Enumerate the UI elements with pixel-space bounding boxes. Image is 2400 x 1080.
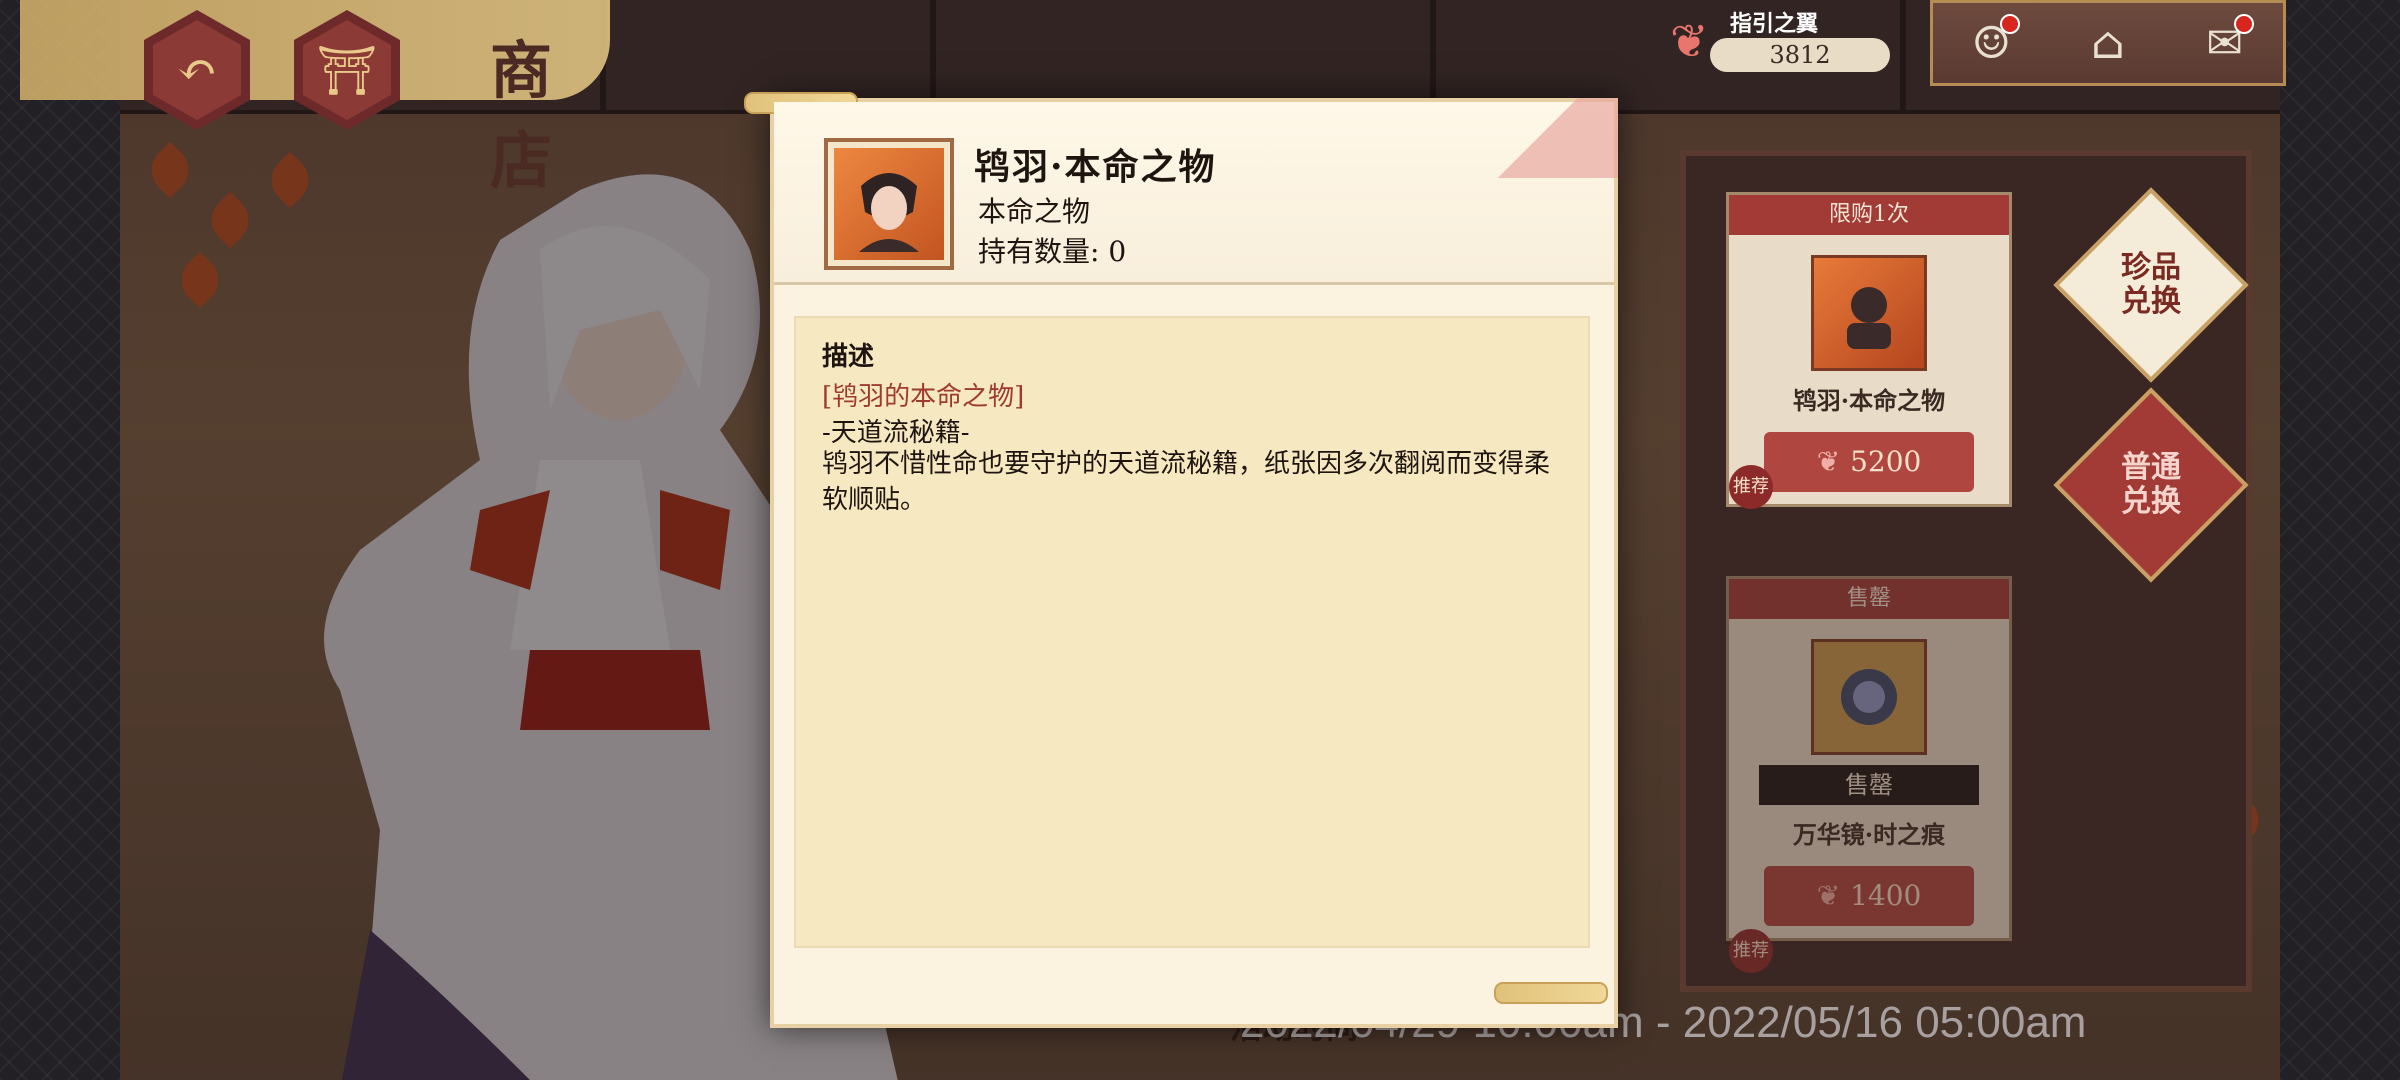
tab-rare-exchange[interactable]: 珍品 兑换 — [2053, 187, 2249, 383]
notification-dot — [2000, 14, 2021, 34]
maple-leaf-decoration — [261, 151, 319, 209]
item-name: 鸨羽·本命之物 — [1792, 386, 1946, 415]
notification-dot — [2233, 14, 2254, 34]
top-right-menu: ☺ ⌂ ✉ — [1930, 0, 2286, 86]
shop-panel: 限购1次 鸨羽·本命之物 推荐 ❦ 5200 售罄 售罄 万华镜·时之痕 推荐 ❦… — [1680, 150, 2252, 992]
currency-label: 指引之翼 — [1730, 11, 1819, 37]
item-name: 万华镜·时之痕 — [1792, 820, 1946, 849]
recommend-badge: 推荐 — [1729, 929, 1773, 973]
item-category: 本命之物 — [978, 195, 1091, 228]
dialog-header: 鸨羽·本命之物 本命之物 持有数量: 0 — [774, 98, 1618, 285]
item-thumbnail — [824, 138, 954, 270]
item-thumbnail — [1811, 255, 1927, 371]
home-roof-button[interactable]: ⌂ — [2073, 8, 2143, 78]
feather-icon: ❦ — [1816, 445, 1841, 478]
description-heading: 描述 — [822, 342, 875, 372]
shrine-gate-icon: ⛩ — [316, 42, 378, 99]
item-thumbnail — [1811, 639, 1927, 755]
maple-leaf-decoration — [171, 251, 229, 309]
top-left-nav: ↶ ⛩ 商店 — [20, 0, 620, 197]
currency-amount: 3812 — [1710, 38, 1890, 72]
page-title: 商店 — [490, 34, 559, 197]
mail-button[interactable]: ✉ — [2190, 8, 2260, 78]
price-button[interactable]: ❦ 5200 — [1764, 432, 1974, 492]
purchase-limit-tag: 限购1次 — [1729, 195, 2009, 235]
description-tag: [鸨羽的本命之物] — [822, 382, 1025, 412]
owned-count: 持有数量: 0 — [978, 235, 1127, 268]
description-subtitle: -天道流秘籍- — [822, 418, 970, 448]
character-button[interactable]: ☺ — [1956, 8, 2026, 78]
sold-out-banner: 售罄 — [1759, 765, 1979, 805]
mirror-icon — [1841, 669, 1897, 725]
description-panel: 描述 [鸨羽的本命之物] -天道流秘籍- 鸨羽不惜性命也要守护的天道流秘籍，纸张… — [794, 316, 1590, 948]
home-roof-icon: ⌂ — [2091, 17, 2125, 69]
price-value: 5200 — [1850, 445, 1922, 478]
scroll-ornament — [1494, 982, 1608, 1004]
tab-label: 普通 兑换 — [2121, 450, 2181, 519]
right-letterbox — [2280, 0, 2400, 1080]
maple-leaf-decoration — [201, 191, 259, 249]
shop-item-card[interactable]: 售罄 售罄 万华镜·时之痕 推荐 ❦ 1400 — [1726, 576, 2012, 973]
item-detail-dialog[interactable]: 鸨羽·本命之物 本命之物 持有数量: 0 描述 [鸨羽的本命之物] -天道流秘籍… — [744, 92, 1618, 1028]
price-button: ❦ 1400 — [1764, 866, 1974, 926]
flower-corner-decoration — [1458, 98, 1618, 178]
tab-label: 珍品 兑换 — [2121, 250, 2181, 319]
portrait-icon — [859, 173, 919, 252]
currency-display: ❦ 指引之翼 3812 — [1640, 6, 1900, 76]
shop-item-card[interactable]: 限购1次 鸨羽·本命之物 推荐 ❦ 5200 — [1726, 192, 2012, 509]
feather-icon: ❦ — [1670, 14, 1709, 68]
sold-out-tag: 售罄 — [1729, 579, 2009, 619]
description-body: 鸨羽不惜性命也要守护的天道流秘籍，纸张因多次翻阅而变得柔软顺贴。 — [822, 449, 1551, 515]
item-title: 鸨羽·本命之物 — [974, 146, 1217, 188]
back-arrow-icon: ↶ — [176, 42, 218, 98]
portrait-icon — [1847, 287, 1891, 349]
price-value: 1400 — [1850, 879, 1922, 912]
maple-leaf-decoration — [141, 141, 199, 199]
recommend-badge: 推荐 — [1729, 465, 1773, 509]
tab-normal-exchange[interactable]: 普通 兑换 — [2053, 387, 2249, 583]
left-letterbox — [0, 0, 120, 1080]
feather-icon: ❦ — [1816, 879, 1841, 912]
